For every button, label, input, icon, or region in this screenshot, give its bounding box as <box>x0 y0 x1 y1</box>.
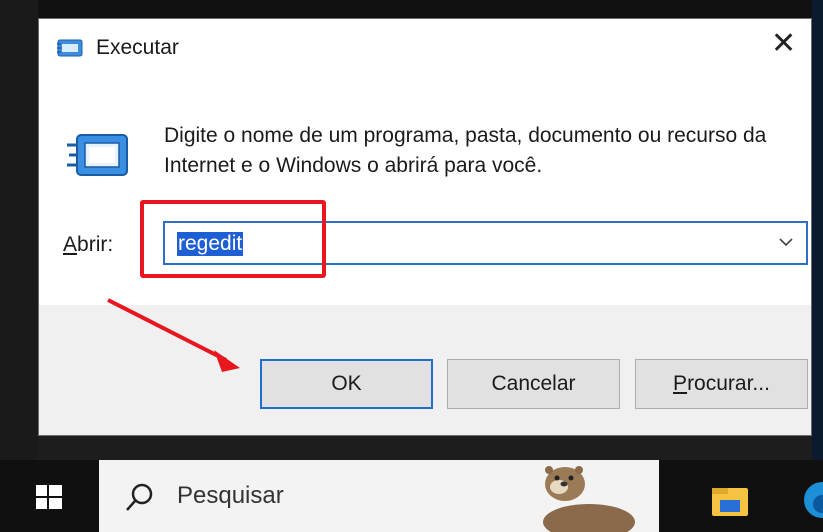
cancel-button[interactable]: Cancelar <box>447 359 620 409</box>
run-icon <box>57 39 83 57</box>
browse-accesskey: P <box>673 372 688 395</box>
dialog-titlebar: Executar ✕ <box>39 19 811 81</box>
chevron-down-icon[interactable] <box>776 231 796 253</box>
windows-start-icon[interactable] <box>34 482 64 512</box>
desktop-background-right <box>812 0 823 460</box>
close-button[interactable]: ✕ <box>755 19 811 77</box>
otter-illustration <box>543 466 635 532</box>
browse-label: rocurar... <box>687 372 770 395</box>
search-icon <box>126 483 153 511</box>
run-icon-large <box>67 134 128 176</box>
browse-button[interactable]: Procurar... <box>635 359 808 409</box>
open-label-text: brir: <box>77 233 114 256</box>
taskbar-search-box[interactable]: Pesquisar <box>99 460 659 532</box>
red-highlight-annotation <box>140 200 326 278</box>
close-icon: ✕ <box>771 26 797 61</box>
dialog-title: Executar <box>96 36 179 59</box>
ok-button[interactable]: OK <box>260 359 433 409</box>
desktop-background-top <box>0 0 823 20</box>
edge-icon[interactable] <box>800 480 823 520</box>
dialog-description: Digite o nome de um programa, pasta, doc… <box>164 124 767 177</box>
dialog-footer: OK Cancelar Procurar... <box>39 305 811 435</box>
desktop-background-left <box>0 0 38 460</box>
open-label: Abrir: <box>63 233 113 257</box>
open-label-accesskey: A <box>63 233 78 256</box>
search-placeholder: Pesquisar <box>177 482 284 509</box>
run-dialog: Executar ✕ Digite o nome de um programa,… <box>38 18 812 436</box>
taskbar: Pesquisar <box>0 460 823 532</box>
file-explorer-icon[interactable] <box>710 484 750 518</box>
